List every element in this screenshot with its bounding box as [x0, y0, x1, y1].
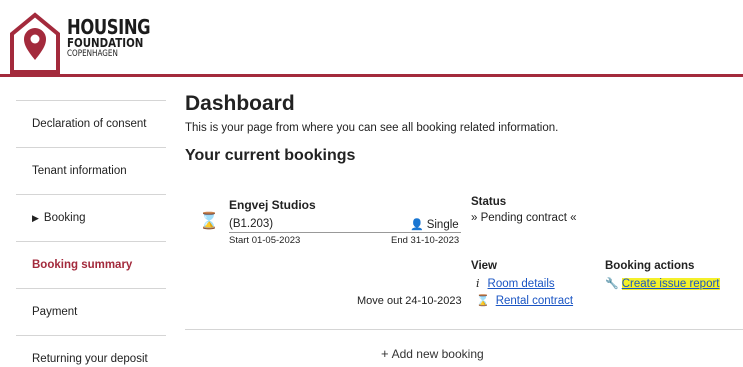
header: HOUSING FOUNDATION COPENHAGEN: [0, 0, 743, 77]
status-label: Status: [471, 196, 507, 208]
logo-line-housing: HOUSING: [67, 15, 151, 39]
sidebar-item-label: Booking: [43, 212, 86, 224]
add-booking-divider: [185, 329, 743, 330]
header-accent-bar: [0, 74, 743, 77]
booking-room-type: 👤 Single: [410, 218, 459, 231]
sidebar-item-label: Tenant information: [32, 165, 127, 177]
sidebar-item-declaration-of-consent[interactable]: Declaration of consent: [16, 100, 166, 147]
plus-icon: +: [381, 346, 389, 361]
housing-foundation-logo[interactable]: HOUSING FOUNDATION COPENHAGEN: [9, 12, 151, 74]
main-content: Dashboard This is your page from where y…: [185, 92, 743, 361]
room-type-label: Single: [426, 219, 459, 231]
booking-room-code: (B1.203): [229, 218, 274, 230]
create-issue-report-link[interactable]: Create issue report: [621, 278, 720, 290]
sidebar-item-booking[interactable]: ▶ Booking: [16, 194, 166, 241]
booking-name: Engvej Studios: [229, 198, 316, 212]
rental-contract-row: ⌛ Rental contract: [476, 294, 573, 307]
sidebar-item-label: Payment: [32, 306, 78, 318]
sidebar-item-booking-summary[interactable]: Booking summary: [16, 241, 166, 288]
house-pin-icon: [10, 12, 60, 74]
hourglass-icon: ⌛: [476, 295, 490, 307]
info-icon: i: [476, 277, 480, 290]
sidebar-nav: Declaration of consent Tenant informatio…: [16, 100, 166, 367]
page-subtitle: This is your page from where you can see…: [185, 122, 559, 134]
add-booking-label: Add new booking: [391, 347, 484, 361]
rental-contract-link[interactable]: Rental contract: [496, 295, 573, 307]
sidebar-item-label: Booking summary: [32, 259, 133, 271]
booking-start-date: Start 01-05-2023: [229, 235, 301, 246]
person-icon: 👤: [410, 219, 424, 231]
sidebar-item-tenant-information[interactable]: Tenant information: [16, 147, 166, 194]
add-new-booking-button[interactable]: + Add new booking: [381, 346, 484, 361]
move-out-date: Move out 24-10-2023: [357, 295, 462, 307]
create-issue-row: 🔧 Create issue report: [605, 277, 720, 290]
sidebar-item-label: Returning your deposit: [32, 353, 148, 365]
booking-actions-label: Booking actions: [605, 260, 695, 272]
status-value: » Pending contract «: [471, 212, 577, 224]
sidebar-item-label: Declaration of consent: [32, 118, 147, 130]
logo-line-copenhagen: COPENHAGEN: [67, 48, 118, 59]
sidebar-item-payment[interactable]: Payment: [16, 288, 166, 335]
hourglass-icon: ⌛: [199, 213, 219, 230]
room-details-row: i Room details: [476, 277, 555, 290]
view-label: View: [471, 260, 497, 272]
logo-wordmark: HOUSING FOUNDATION COPENHAGEN: [67, 17, 168, 58]
wrench-icon: 🔧: [605, 278, 619, 290]
page-title: Dashboard: [185, 92, 295, 115]
bookings-section-title: Your current bookings: [185, 147, 356, 164]
sidebar-item-returning-deposit[interactable]: Returning your deposit: [16, 335, 166, 367]
booking-divider: [229, 232, 461, 233]
triangle-right-icon: ▶: [32, 212, 39, 223]
room-details-link[interactable]: Room details: [488, 278, 555, 290]
booking-end-date: End 31-10-2023: [391, 235, 460, 246]
